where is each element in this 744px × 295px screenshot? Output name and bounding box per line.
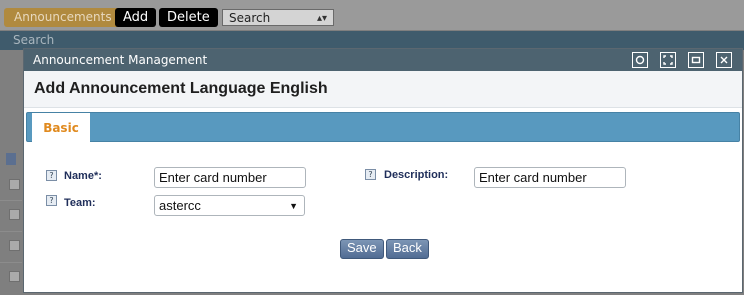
dropdown-arrow-icon: ▼ bbox=[289, 201, 298, 211]
restore-icon[interactable] bbox=[688, 52, 704, 68]
row-divider bbox=[0, 262, 22, 263]
row-divider bbox=[0, 200, 22, 201]
name-label: Name*: bbox=[64, 170, 102, 182]
row-checkbox[interactable] bbox=[9, 179, 20, 190]
minimize-icon[interactable] bbox=[632, 52, 648, 68]
help-icon[interactable]: ? bbox=[46, 195, 57, 206]
delete-button[interactable]: Delete bbox=[159, 8, 218, 27]
close-icon[interactable] bbox=[716, 52, 732, 68]
document-icon bbox=[6, 153, 16, 165]
help-icon[interactable]: ? bbox=[46, 170, 57, 181]
dialog-header: Add Announcement Language English bbox=[24, 71, 742, 108]
team-select-value: astercc bbox=[159, 198, 201, 213]
team-select[interactable]: astercc ▼ bbox=[154, 195, 305, 216]
description-input[interactable]: Enter card number bbox=[474, 167, 626, 188]
search-select[interactable]: Search ▴▾ bbox=[222, 9, 334, 26]
name-input[interactable]: Enter card number bbox=[154, 167, 306, 188]
row-checkbox[interactable] bbox=[9, 240, 20, 251]
save-button[interactable]: Save bbox=[340, 239, 384, 259]
row-checkbox[interactable] bbox=[9, 209, 20, 220]
row-checkbox[interactable] bbox=[9, 271, 20, 282]
tab-basic[interactable]: Basic bbox=[32, 113, 90, 143]
search-select-value: Search bbox=[229, 11, 271, 25]
description-label: Description: bbox=[384, 169, 449, 181]
announcement-dialog: Announcement Management Add Announcement… bbox=[23, 48, 743, 293]
team-label: Team: bbox=[64, 197, 96, 209]
tab-strip: Basic bbox=[26, 112, 740, 143]
dialog-title: Announcement Management bbox=[33, 53, 208, 67]
add-button[interactable]: Add bbox=[115, 8, 157, 27]
fullscreen-icon[interactable] bbox=[660, 52, 676, 68]
chevron-updown-icon: ▴▾ bbox=[316, 13, 327, 24]
back-button[interactable]: Back bbox=[386, 239, 429, 259]
help-icon[interactable]: ? bbox=[365, 169, 376, 180]
tab-announcements[interactable]: Announcements bbox=[4, 8, 122, 27]
page-title: Add Announcement Language English bbox=[34, 80, 328, 97]
row-divider bbox=[0, 231, 22, 232]
